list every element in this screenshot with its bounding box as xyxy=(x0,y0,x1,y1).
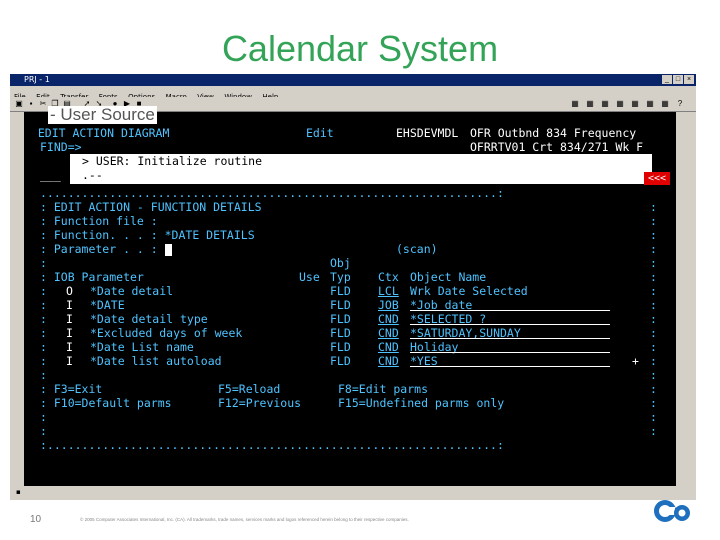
use-header: Use xyxy=(299,270,320,284)
user-line: > USER: Initialize routine xyxy=(82,154,263,168)
object-field-underline xyxy=(410,324,610,325)
row-iob[interactable]: I xyxy=(66,326,73,340)
copyright-footer: © 2005 Computer Associates International… xyxy=(80,517,409,522)
app-icon[interactable]: ▦ xyxy=(630,99,640,109)
terminal-screen[interactable]: EDIT ACTION DIAGRAM Edit EHSDEVMDL OFR O… xyxy=(24,112,676,486)
object-field-underline xyxy=(410,338,610,339)
row-context[interactable]: CND xyxy=(378,354,399,368)
row-iob[interactable]: O xyxy=(66,284,73,298)
typ-header: Typ xyxy=(330,270,351,284)
row-type: FLD xyxy=(330,298,351,312)
window-title: PRJ - 1 xyxy=(24,75,50,84)
app-icon[interactable]: ▦ xyxy=(615,99,625,109)
row-iob[interactable]: I xyxy=(66,340,73,354)
window-border-bottom: :.......................................… xyxy=(40,438,504,452)
row-iob[interactable]: I xyxy=(66,298,73,312)
row-context[interactable]: CND xyxy=(378,326,399,340)
row-iob[interactable]: I xyxy=(66,312,73,326)
row-parameter: *DATE xyxy=(90,298,125,312)
function-file-label: : Function file : xyxy=(40,214,158,228)
app-icon[interactable]: ▦ xyxy=(570,99,580,109)
screen-title: EDIT ACTION DIAGRAM xyxy=(37,126,170,140)
row-iob[interactable]: I xyxy=(66,354,73,368)
row-type: FLD xyxy=(330,312,351,326)
app-icon[interactable]: ▦ xyxy=(645,99,655,109)
ctx-header: Ctx xyxy=(378,270,399,284)
program-name: OFRRTV01 Crt 834/271 Wk F xyxy=(470,140,644,154)
user-line-2: .-- xyxy=(82,168,103,182)
app-icon[interactable]: ▦ xyxy=(660,99,670,109)
function-name: OFR Outbnd 834 Frequency xyxy=(470,126,637,140)
library-name: EHSDEVMDL xyxy=(396,126,459,140)
page-number: 10 xyxy=(30,514,42,525)
details-title: : EDIT ACTION - FUNCTION DETAILS xyxy=(40,200,262,214)
status-bar: ▪ xyxy=(10,486,696,498)
f15-undefined-parms[interactable]: F15=Undefined parms only xyxy=(338,396,504,410)
line-command-input[interactable]: ___ xyxy=(40,168,61,182)
row-type: FLD xyxy=(330,340,351,354)
red-marker: <<< xyxy=(644,172,670,185)
f10-default-parms[interactable]: : F10=Default parms xyxy=(40,396,172,410)
obj-header: Obj xyxy=(330,256,351,270)
window-border-top: ........................................… xyxy=(40,186,504,200)
row-context[interactable]: CND xyxy=(378,312,399,326)
save-icon[interactable]: ▪ xyxy=(26,99,36,109)
object-field-underline xyxy=(410,366,610,367)
row-context[interactable]: JOB xyxy=(378,298,399,312)
menu-bar: File Edit Transfer Fonts Options Macro V… xyxy=(10,86,696,101)
cut-icon[interactable]: ✂ xyxy=(38,99,48,109)
row-parameter: *Date list autoload xyxy=(90,354,222,368)
app-icon[interactable]: ▦ xyxy=(585,99,595,109)
parameter-input[interactable] xyxy=(164,243,172,256)
app-icon[interactable]: ▦ xyxy=(600,99,610,109)
slide-title: Calendar System xyxy=(221,28,499,69)
window-titlebar: PRJ - 1 _ □ × xyxy=(10,74,696,86)
row-parameter: *Date detail xyxy=(90,284,174,298)
close-button[interactable]: × xyxy=(684,75,694,84)
minimize-button[interactable]: _ xyxy=(662,75,672,84)
object-field-underline xyxy=(410,310,610,311)
print-icon[interactable]: ▣ xyxy=(14,99,24,109)
f5-reload[interactable]: F5=Reload xyxy=(218,382,280,396)
column-header: : IOB Parameter xyxy=(40,270,144,284)
row-context[interactable]: LCL xyxy=(378,284,399,298)
help-icon[interactable]: ? xyxy=(675,99,685,109)
row-parameter: *Date List name xyxy=(90,340,194,354)
screen-mode: Edit xyxy=(306,126,334,140)
more-indicator: + xyxy=(632,354,639,368)
f8-edit-parms[interactable]: F8=Edit parms xyxy=(338,382,428,396)
row-parameter: *Date detail type xyxy=(90,312,208,326)
row-parameter: *Excluded days of week xyxy=(90,326,243,340)
row-context[interactable]: CND xyxy=(378,340,399,354)
parameter-label: : Parameter . . : xyxy=(40,242,158,256)
maximize-button[interactable]: □ xyxy=(673,75,683,84)
object-header: Object Name xyxy=(410,270,487,284)
find-label: FIND=> xyxy=(40,140,82,154)
row-object-name[interactable]: Wrk Date Selected xyxy=(410,284,528,298)
ca-logo xyxy=(652,498,692,524)
row-type: FLD xyxy=(330,284,351,298)
function-label: : Function. . . : *DATE DETAILS xyxy=(40,228,255,242)
f3-exit[interactable]: : F3=Exit xyxy=(40,382,102,396)
row-type: FLD xyxy=(330,326,351,340)
object-field-underline xyxy=(410,352,610,353)
f12-previous[interactable]: F12=Previous xyxy=(218,396,301,410)
scan-label: (scan) xyxy=(396,242,438,256)
overlay-caption: - User Source xyxy=(48,105,157,124)
row-type: FLD xyxy=(330,354,351,368)
